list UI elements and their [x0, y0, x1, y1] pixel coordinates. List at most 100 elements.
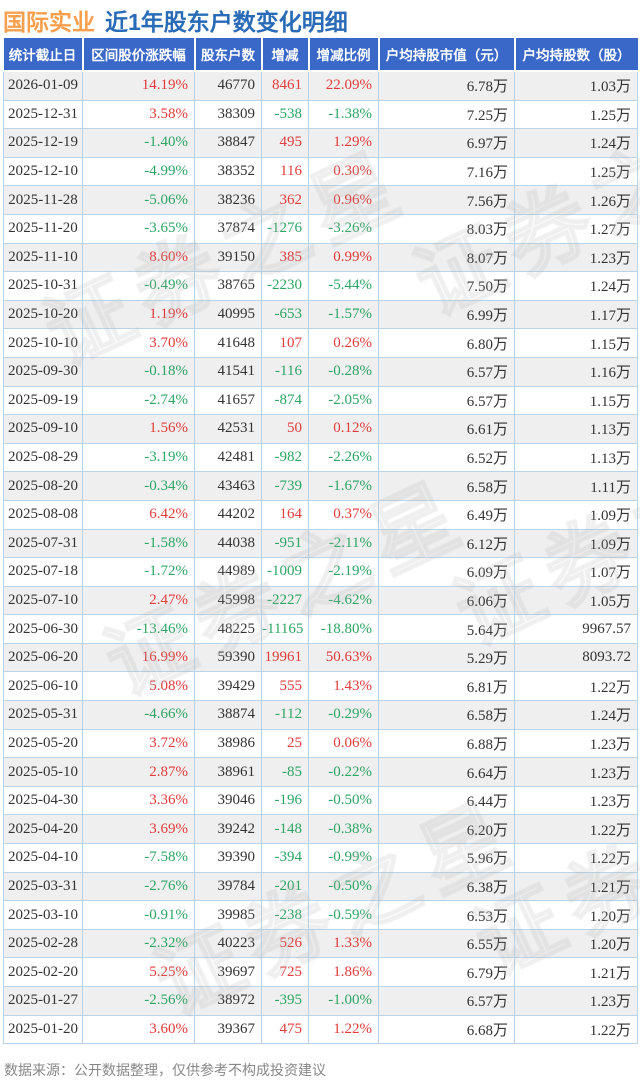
- cell-holders: 41657: [194, 385, 262, 416]
- cell-delta: 19961: [261, 642, 309, 673]
- cell-avg-value: 6.12万: [378, 528, 515, 559]
- cell-date: 2025-09-19: [3, 385, 83, 416]
- cell-change-pct: -13.46%: [82, 614, 195, 644]
- cell-holders: 44038: [194, 528, 262, 559]
- cell-date: 2025-12-31: [3, 99, 83, 130]
- cell-avg-shares: 1.23万: [514, 242, 638, 273]
- cell-avg-value: 6.20万: [378, 814, 515, 845]
- cell-avg-value: 6.64万: [378, 757, 515, 787]
- cell-change-pct: 6.42%: [82, 499, 195, 530]
- cell-delta-pct: 0.96%: [308, 185, 379, 215]
- table-row: 2025-10-10 3.70% 41648 107 0.26% 6.80万 1.15万: [3, 328, 638, 358]
- cell-date: 2025-02-20: [3, 957, 83, 987]
- cell-delta: 8461: [261, 70, 309, 101]
- cell-change-pct: -2.32%: [82, 928, 195, 959]
- stock-name: 国际实业: [3, 9, 95, 35]
- cell-avg-value: 6.78万: [378, 70, 515, 101]
- cell-delta: -395: [261, 986, 309, 1016]
- cell-holders: 38972: [194, 986, 262, 1016]
- cell-date: 2025-06-10: [3, 671, 83, 702]
- cell-delta-pct: -0.59%: [308, 900, 379, 930]
- cell-holders: 44989: [194, 557, 262, 587]
- cell-change-pct: 3.69%: [82, 814, 195, 845]
- cell-date: 2025-07-10: [3, 585, 83, 616]
- cell-avg-value: 7.50万: [378, 271, 515, 301]
- cell-avg-value: 6.80万: [378, 328, 515, 358]
- cell-delta-pct: -2.26%: [308, 442, 379, 473]
- cell-date: 2026-01-09: [3, 70, 83, 101]
- cell-date: 2025-08-20: [3, 471, 83, 501]
- table-row: 2025-04-10 -7.58% 39390 -394 -0.99% 5.96万 1.22…: [3, 843, 638, 873]
- cell-delta: -201: [261, 871, 309, 902]
- table-row: 2025-02-20 5.25% 39697 725 1.86% 6.79万 1.21万: [3, 957, 638, 987]
- cell-delta: -538: [261, 99, 309, 130]
- cell-date: 2025-02-28: [3, 928, 83, 959]
- cell-delta: -196: [261, 785, 309, 816]
- table-row: 2025-09-30 -0.18% 41541 -116 -0.28% 6.57万 1.16…: [3, 356, 638, 387]
- table-row: 2025-05-10 2.87% 38961 -85 -0.22% 6.64万 1.23万: [3, 757, 638, 787]
- cell-holders: 42481: [194, 442, 262, 473]
- cell-date: 2025-06-30: [3, 614, 83, 644]
- cell-holders: 40995: [194, 299, 262, 330]
- table-row: 2025-01-20 3.60% 39367 475 1.22% 6.68万 1.22万: [3, 1014, 638, 1045]
- cell-avg-shares: 1.13万: [514, 414, 638, 444]
- cell-holders: 38765: [194, 271, 262, 301]
- cell-holders: 39985: [194, 900, 262, 930]
- cell-delta-pct: -0.38%: [308, 814, 379, 845]
- cell-change-pct: 2.87%: [82, 757, 195, 787]
- cell-delta: 475: [261, 1014, 309, 1045]
- data-source-note: 数据来源：公开数据整理，仅供参考不构成投资建议: [4, 1062, 326, 1078]
- cell-delta: -116: [261, 356, 309, 387]
- table-row: 2025-07-18 -1.72% 44989 -1009 -2.19% 6.09万 1.0…: [3, 557, 638, 587]
- cell-delta-pct: 50.63%: [308, 642, 379, 673]
- cell-delta: -2227: [261, 585, 309, 616]
- table-row: 2025-12-10 -4.99% 38352 116 0.30% 7.16万 1.25万: [3, 156, 638, 187]
- cell-holders: 42531: [194, 414, 262, 444]
- cell-avg-value: 6.61万: [378, 414, 515, 444]
- cell-date: 2025-11-28: [3, 185, 83, 215]
- table-row: 2025-03-31 -2.76% 39784 -201 -0.50% 6.38万 1.21…: [3, 871, 638, 902]
- cell-delta: -739: [261, 471, 309, 501]
- column-header-date: 统计截止日: [3, 38, 84, 72]
- cell-holders: 38352: [194, 156, 262, 187]
- cell-delta-pct: -0.22%: [308, 757, 379, 787]
- cell-delta-pct: -4.62%: [308, 585, 379, 616]
- column-header-holders: 股东户数: [193, 38, 263, 72]
- cell-holders: 39242: [194, 814, 262, 845]
- cell-avg-shares: 1.22万: [514, 814, 638, 845]
- cell-change-pct: 5.08%: [82, 671, 195, 702]
- cell-avg-shares: 1.22万: [514, 671, 638, 702]
- cell-delta-pct: 1.33%: [308, 928, 379, 959]
- cell-avg-shares: 1.24万: [514, 700, 638, 730]
- column-header-avg-value: 户均持股市值（元）: [377, 38, 516, 72]
- cell-avg-shares: 1.20万: [514, 928, 638, 959]
- cell-change-pct: 8.60%: [82, 242, 195, 273]
- table-row: 2025-08-20 -0.34% 43463 -739 -1.67% 6.58万 1.11…: [3, 471, 638, 501]
- cell-holders: 39150: [194, 242, 262, 273]
- cell-avg-value: 6.58万: [378, 471, 515, 501]
- cell-delta-pct: 0.06%: [308, 728, 379, 759]
- table-row: 2025-06-10 5.08% 39429 555 1.43% 6.81万 1.22万: [3, 671, 638, 702]
- cell-change-pct: -4.99%: [82, 156, 195, 187]
- cell-delta: -1276: [261, 213, 309, 244]
- cell-delta: -951: [261, 528, 309, 559]
- cell-change-pct: 3.60%: [82, 1014, 195, 1045]
- table-row: 2025-07-10 2.47% 45998 -2227 -4.62% 6.06万 1.05…: [3, 585, 638, 616]
- cell-avg-value: 6.79万: [378, 957, 515, 987]
- cell-date: 2025-12-19: [3, 128, 83, 158]
- cell-avg-value: 6.44万: [378, 785, 515, 816]
- cell-date: 2025-04-10: [3, 843, 83, 873]
- cell-date: 2025-06-20: [3, 642, 83, 673]
- cell-avg-value: 5.96万: [378, 843, 515, 873]
- cell-holders: 38236: [194, 185, 262, 215]
- cell-avg-shares: 9967.57: [514, 614, 638, 644]
- cell-delta-pct: -1.67%: [308, 471, 379, 501]
- cell-date: 2025-03-10: [3, 900, 83, 930]
- table-row: 2025-06-30 -13.46% 48225 -11165 -18.80% 5.64万…: [3, 614, 638, 644]
- cell-avg-value: 6.99万: [378, 299, 515, 330]
- cell-change-pct: 2.47%: [82, 585, 195, 616]
- cell-avg-shares: 1.05万: [514, 585, 638, 616]
- cell-avg-value: 6.58万: [378, 700, 515, 730]
- cell-delta: 107: [261, 328, 309, 358]
- cell-date: 2025-01-20: [3, 1014, 83, 1045]
